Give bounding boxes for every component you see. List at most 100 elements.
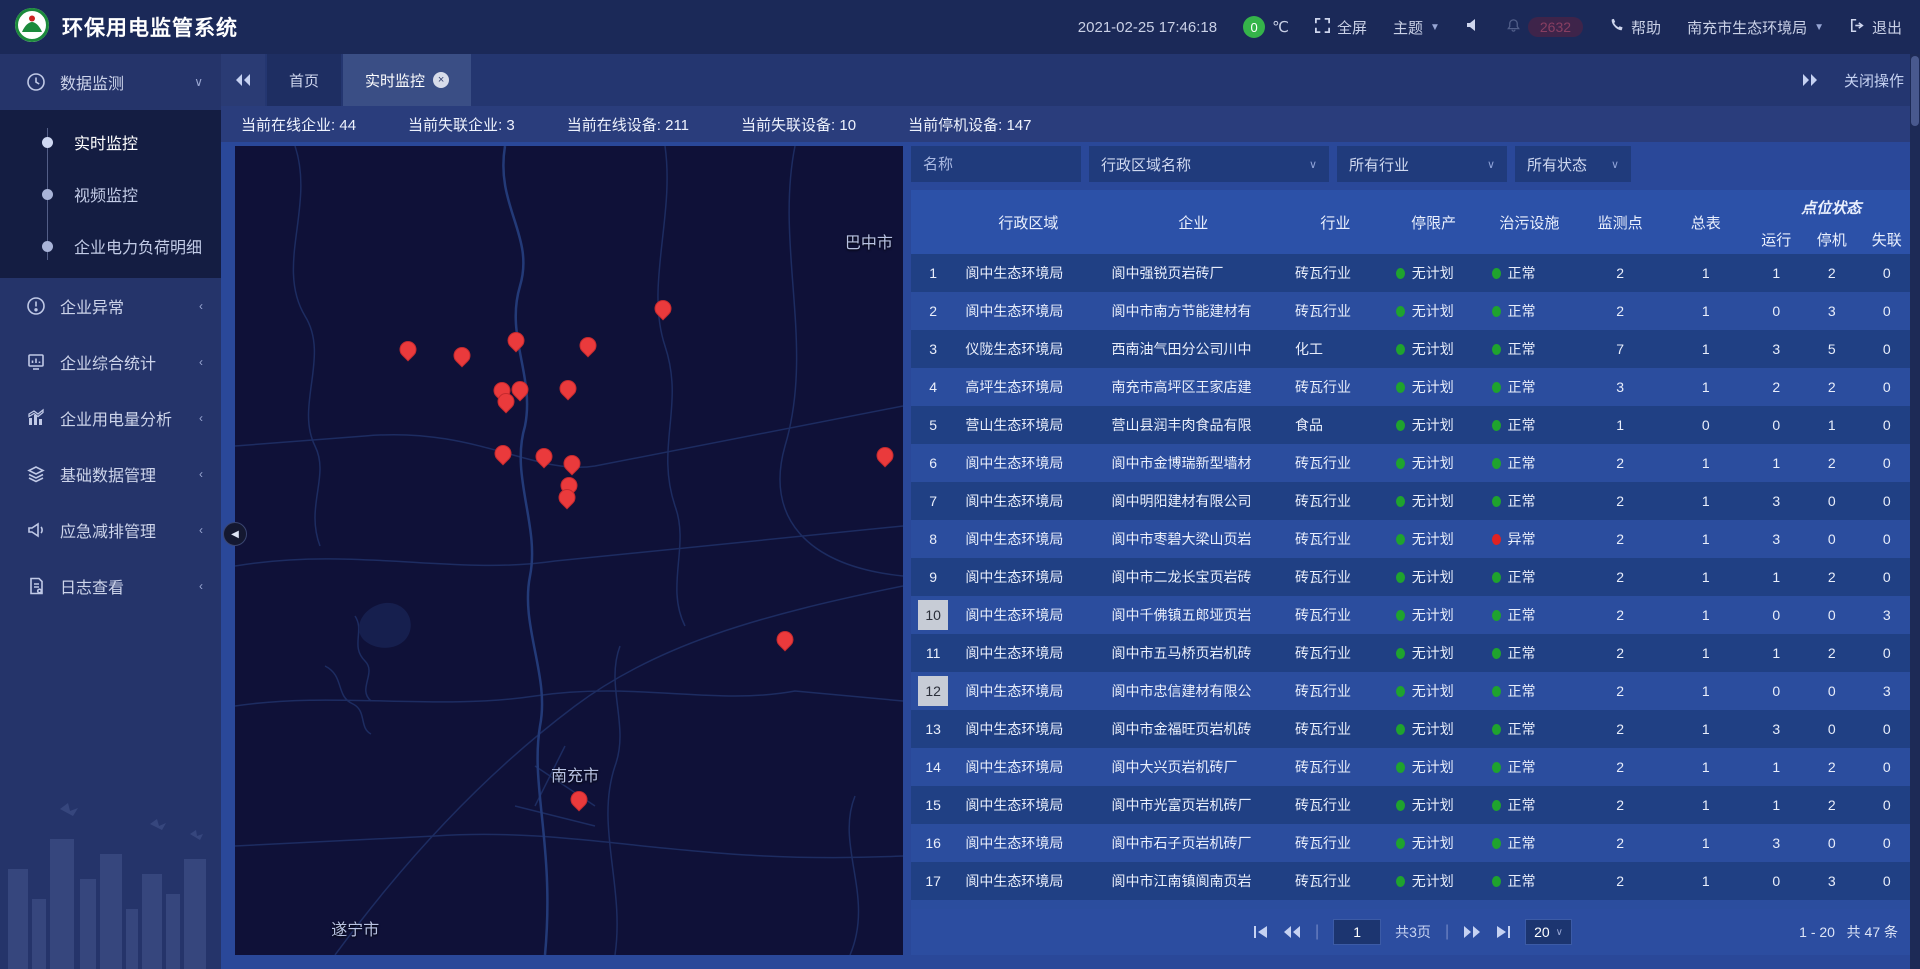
cell-stop-status: 无计划 bbox=[1386, 710, 1482, 748]
log-icon bbox=[26, 576, 46, 596]
sidebar-item-data-monitoring[interactable]: 数据监测 ∨ bbox=[0, 54, 221, 110]
chevron-down-icon: ∨ bbox=[1556, 927, 1563, 938]
stat-3: 当前失联设备: 10 bbox=[741, 114, 856, 135]
cell-total-meters: 1 bbox=[1663, 786, 1749, 824]
scrollbar-thumb[interactable] bbox=[1911, 56, 1919, 126]
region-select[interactable]: 行政区域名称 ∨ bbox=[1089, 146, 1329, 182]
sidebar-item-base-data-management[interactable]: 基础数据管理 ‹ bbox=[0, 446, 221, 502]
stats-icon bbox=[26, 352, 46, 372]
page-size-select[interactable]: 20 ∨ bbox=[1525, 919, 1572, 945]
cell-monitor-points: 2 bbox=[1577, 862, 1663, 900]
cell-total-meters: 1 bbox=[1663, 824, 1749, 862]
status-dot-green bbox=[1492, 382, 1501, 393]
tab-realtime-monitor[interactable]: 实时监控 × bbox=[343, 54, 471, 106]
table-row[interactable]: 18 南部生态环境局 南部县兆华水泥有限公 建材加工 无计划 正常 6 0 0 … bbox=[911, 900, 1914, 909]
notification-count-badge: 2632 bbox=[1528, 17, 1583, 37]
table-row[interactable]: 4 高坪生态环境局 南充市高坪区王家店建 砖瓦行业 无计划 正常 3 1 2 2… bbox=[911, 368, 1914, 406]
cell-running: 3 bbox=[1749, 710, 1804, 748]
table-row[interactable]: 2 阆中生态环境局 阆中市南方节能建材有 砖瓦行业 无计划 正常 2 1 0 3… bbox=[911, 292, 1914, 330]
table-row[interactable]: 1 阆中生态环境局 阆中强锐页岩砖厂 砖瓦行业 无计划 正常 2 1 1 2 0 bbox=[911, 254, 1914, 292]
page-scrollbar[interactable] bbox=[1910, 54, 1920, 969]
mute-button[interactable] bbox=[1466, 18, 1480, 36]
exit-button[interactable]: 退出 bbox=[1850, 17, 1902, 38]
cell-disconnected: 0 bbox=[1859, 482, 1914, 520]
sidebar-subitem-label: 视频监控 bbox=[74, 182, 138, 206]
org-dropdown[interactable]: 南充市生态环境局 ▼ bbox=[1687, 17, 1824, 38]
stat-label: 当前在线设备 bbox=[567, 117, 657, 134]
col-index bbox=[911, 190, 955, 254]
industry-select[interactable]: 所有行业 ∨ bbox=[1337, 146, 1507, 182]
cell-industry: 砖瓦行业 bbox=[1285, 558, 1386, 596]
cell-company: 阆中市五马桥页岩机砖 bbox=[1102, 634, 1285, 672]
cell-industry: 砖瓦行业 bbox=[1285, 862, 1386, 900]
table-row[interactable]: 3 仪陇生态环境局 西南油气田分公司川中 化工 无计划 正常 7 1 3 5 0 bbox=[911, 330, 1914, 368]
cell-region: 仪陇生态环境局 bbox=[955, 330, 1101, 368]
tabs-scroll-left-button[interactable] bbox=[221, 54, 265, 106]
map-panel[interactable]: 巴中市南充市遂宁市 ◀ bbox=[235, 146, 903, 955]
name-search-input[interactable] bbox=[911, 146, 1081, 182]
status-dot-red bbox=[1492, 534, 1501, 545]
table-row[interactable]: 5 营山生态环境局 营山县润丰肉食品有限 食品 无计划 正常 1 0 0 1 0 bbox=[911, 406, 1914, 444]
row-index: 14 bbox=[911, 748, 955, 786]
theme-dropdown[interactable]: 主题 ▼ bbox=[1393, 17, 1440, 38]
stat-value: 147 bbox=[1006, 117, 1031, 134]
table-row[interactable]: 12 阆中生态环境局 阆中市忠信建材有限公 砖瓦行业 无计划 正常 2 1 0 … bbox=[911, 672, 1914, 710]
sidebar-subitem-power-load-detail[interactable]: 企业电力负荷明细 bbox=[0, 220, 221, 272]
chevron-down-icon: ∨ bbox=[194, 75, 203, 89]
cell-total-meters: 1 bbox=[1663, 558, 1749, 596]
cell-running: 1 bbox=[1749, 634, 1804, 672]
help-button[interactable]: 帮助 bbox=[1609, 17, 1661, 38]
cell-running: 0 bbox=[1749, 596, 1804, 634]
stat-0: 当前在线企业: 44 bbox=[241, 114, 356, 135]
cell-stop-status: 无计划 bbox=[1386, 444, 1482, 482]
stat-2: 当前在线设备: 211 bbox=[567, 114, 689, 135]
table-row[interactable]: 11 阆中生态环境局 阆中市五马桥页岩机砖 砖瓦行业 无计划 正常 2 1 1 … bbox=[911, 634, 1914, 672]
table-row[interactable]: 16 阆中生态环境局 阆中市石子页岩机砖厂 砖瓦行业 无计划 正常 2 1 3 … bbox=[911, 824, 1914, 862]
notifications-button[interactable]: 2632 bbox=[1506, 17, 1583, 37]
phone-icon bbox=[1609, 18, 1624, 37]
cell-disconnected: 0 bbox=[1859, 900, 1914, 909]
cell-company: 阆中市南方节能建材有 bbox=[1102, 292, 1285, 330]
table-row[interactable]: 17 阆中生态环境局 阆中市江南镇阆南页岩 砖瓦行业 无计划 正常 2 1 0 … bbox=[911, 862, 1914, 900]
sidebar-item-power-usage-analysis[interactable]: 企业用电量分析 ‹ bbox=[0, 390, 221, 446]
table-row[interactable]: 8 阆中生态环境局 阆中市枣碧大梁山页岩 砖瓦行业 无计划 异常 2 1 3 0… bbox=[911, 520, 1914, 558]
table-row[interactable]: 10 阆中生态环境局 阆中千佛镇五郎垭页岩 砖瓦行业 无计划 正常 2 1 0 … bbox=[911, 596, 1914, 634]
sidebar-item-enterprise-statistics[interactable]: 企业综合统计 ‹ bbox=[0, 334, 221, 390]
status-select[interactable]: 所有状态 ∨ bbox=[1515, 146, 1631, 182]
tab-close-icon[interactable]: × bbox=[433, 72, 449, 88]
next-page-button[interactable] bbox=[1463, 925, 1481, 939]
cell-total-meters: 0 bbox=[1663, 406, 1749, 444]
table-row[interactable]: 14 阆中生态环境局 阆中大兴页岩机砖厂 砖瓦行业 无计划 正常 2 1 1 2… bbox=[911, 748, 1914, 786]
tabs-scroll-right-button[interactable] bbox=[1802, 73, 1818, 87]
cell-stopped: 3 bbox=[1804, 862, 1859, 900]
table-row[interactable]: 6 阆中生态环境局 阆中市金博瑞新型墙材 砖瓦行业 无计划 正常 2 1 1 2… bbox=[911, 444, 1914, 482]
table-row[interactable]: 13 阆中生态环境局 阆中市金福旺页岩机砖 砖瓦行业 无计划 正常 2 1 3 … bbox=[911, 710, 1914, 748]
prev-page-button[interactable] bbox=[1283, 925, 1301, 939]
status-dot-green bbox=[1492, 724, 1501, 735]
tab-home[interactable]: 首页 bbox=[267, 54, 341, 106]
page-number-input[interactable] bbox=[1333, 919, 1381, 945]
sidebar-subitem-video-monitor[interactable]: 视频监控 bbox=[0, 168, 221, 220]
cell-stop-status: 无计划 bbox=[1386, 330, 1482, 368]
cell-stopped: 1 bbox=[1804, 406, 1859, 444]
sidebar-item-emergency-reduction[interactable]: 应急减排管理 ‹ bbox=[0, 502, 221, 558]
cell-running: 0 bbox=[1749, 406, 1804, 444]
fullscreen-button[interactable]: 全屏 bbox=[1315, 17, 1367, 38]
table-row[interactable]: 7 阆中生态环境局 阆中明阳建材有限公司 砖瓦行业 无计划 正常 2 1 3 0… bbox=[911, 482, 1914, 520]
cell-industry: 食品 bbox=[1285, 406, 1386, 444]
cell-running: 3 bbox=[1749, 824, 1804, 862]
cell-facility-status: 正常 bbox=[1482, 254, 1578, 292]
cell-total-meters: 1 bbox=[1663, 330, 1749, 368]
close-operations-button[interactable]: 关闭操作 bbox=[1844, 70, 1904, 91]
table-row[interactable]: 15 阆中生态环境局 阆中市光富页岩机砖厂 砖瓦行业 无计划 正常 2 1 1 … bbox=[911, 786, 1914, 824]
table-row[interactable]: 9 阆中生态环境局 阆中市二龙长宝页岩砖 砖瓦行业 无计划 正常 2 1 1 2… bbox=[911, 558, 1914, 596]
sidebar-item-log-view[interactable]: 日志查看 ‹ bbox=[0, 558, 221, 614]
cell-total-meters: 1 bbox=[1663, 254, 1749, 292]
map-collapse-button[interactable]: ◀ bbox=[223, 522, 247, 546]
first-page-button[interactable] bbox=[1253, 925, 1269, 939]
cell-industry: 砖瓦行业 bbox=[1285, 748, 1386, 786]
last-page-button[interactable] bbox=[1495, 925, 1511, 939]
sidebar-item-enterprise-abnormal[interactable]: 企业异常 ‹ bbox=[0, 278, 221, 334]
sidebar-subitem-realtime-monitor[interactable]: 实时监控 bbox=[0, 116, 221, 168]
cell-running: 1 bbox=[1749, 748, 1804, 786]
